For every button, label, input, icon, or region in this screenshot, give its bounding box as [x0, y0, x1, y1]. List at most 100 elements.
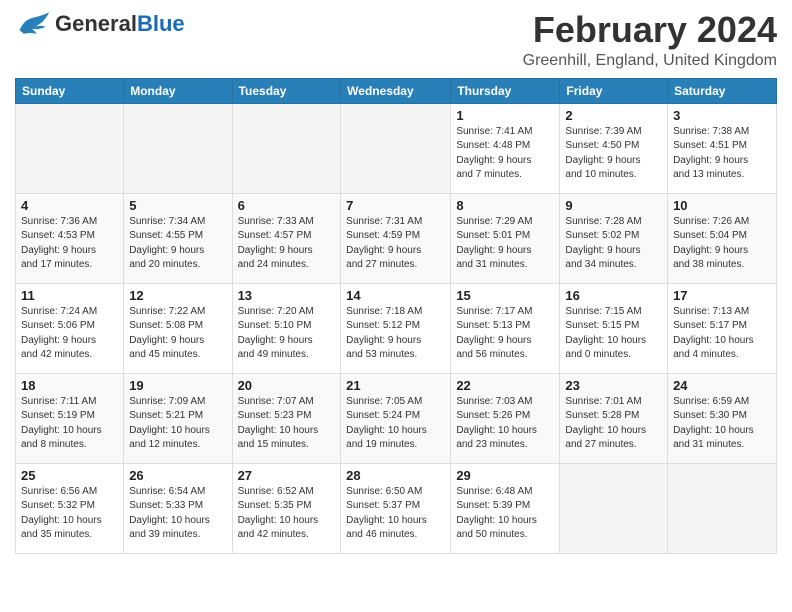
calendar-cell: 9 Sunrise: 7:28 AM Sunset: 5:02 PM Daylig…	[560, 193, 668, 283]
page-header: GeneralBlue February 2024 Greenhill, Eng…	[15, 10, 777, 70]
calendar-week-row: 1 Sunrise: 7:41 AM Sunset: 4:48 PM Daylig…	[16, 103, 777, 193]
day-info: Sunrise: 7:03 AM Sunset: 5:26 PM Dayligh…	[456, 395, 554, 453]
day-number: 9	[565, 198, 662, 213]
calendar-header-row: SundayMondayTuesdayWednesdayThursdayFrid…	[16, 78, 777, 103]
calendar-cell: 13 Sunrise: 7:20 AM Sunset: 5:10 PM Dayli…	[232, 283, 341, 373]
day-number: 24	[673, 378, 771, 393]
calendar-cell: 6 Sunrise: 7:33 AM Sunset: 4:57 PM Daylig…	[232, 193, 341, 283]
calendar-cell: 8 Sunrise: 7:29 AM Sunset: 5:01 PM Daylig…	[451, 193, 560, 283]
calendar-cell: 27 Sunrise: 6:52 AM Sunset: 5:35 PM Dayli…	[232, 463, 341, 553]
day-info: Sunrise: 7:31 AM Sunset: 4:59 PM Dayligh…	[346, 215, 445, 273]
calendar-cell: 19 Sunrise: 7:09 AM Sunset: 5:21 PM Dayli…	[124, 373, 232, 463]
calendar-cell: 10 Sunrise: 7:26 AM Sunset: 5:04 PM Dayli…	[668, 193, 777, 283]
calendar-cell	[16, 103, 124, 193]
day-number: 8	[456, 198, 554, 213]
day-number: 5	[129, 198, 226, 213]
calendar-cell: 5 Sunrise: 7:34 AM Sunset: 4:55 PM Daylig…	[124, 193, 232, 283]
col-header-tuesday: Tuesday	[232, 78, 341, 103]
day-number: 12	[129, 288, 226, 303]
calendar-cell: 26 Sunrise: 6:54 AM Sunset: 5:33 PM Dayli…	[124, 463, 232, 553]
day-info: Sunrise: 7:15 AM Sunset: 5:15 PM Dayligh…	[565, 305, 662, 363]
calendar-cell: 29 Sunrise: 6:48 AM Sunset: 5:39 PM Dayli…	[451, 463, 560, 553]
col-header-monday: Monday	[124, 78, 232, 103]
day-number: 28	[346, 468, 445, 483]
calendar-cell	[341, 103, 451, 193]
day-info: Sunrise: 6:56 AM Sunset: 5:32 PM Dayligh…	[21, 485, 118, 543]
col-header-saturday: Saturday	[668, 78, 777, 103]
day-number: 7	[346, 198, 445, 213]
calendar-cell: 18 Sunrise: 7:11 AM Sunset: 5:19 PM Dayli…	[16, 373, 124, 463]
calendar-cell	[124, 103, 232, 193]
day-info: Sunrise: 7:29 AM Sunset: 5:01 PM Dayligh…	[456, 215, 554, 273]
day-info: Sunrise: 7:09 AM Sunset: 5:21 PM Dayligh…	[129, 395, 226, 453]
logo-bird-icon	[15, 10, 51, 38]
col-header-friday: Friday	[560, 78, 668, 103]
title-block: February 2024 Greenhill, England, United…	[523, 10, 777, 70]
calendar-cell: 21 Sunrise: 7:05 AM Sunset: 5:24 PM Dayli…	[341, 373, 451, 463]
day-number: 15	[456, 288, 554, 303]
calendar-cell: 16 Sunrise: 7:15 AM Sunset: 5:15 PM Dayli…	[560, 283, 668, 373]
day-number: 22	[456, 378, 554, 393]
day-number: 27	[238, 468, 336, 483]
calendar-cell: 7 Sunrise: 7:31 AM Sunset: 4:59 PM Daylig…	[341, 193, 451, 283]
day-number: 18	[21, 378, 118, 393]
location-subtitle: Greenhill, England, United Kingdom	[523, 52, 777, 70]
day-info: Sunrise: 7:26 AM Sunset: 5:04 PM Dayligh…	[673, 215, 771, 273]
calendar-cell: 17Sunrise: 7:13 AM Sunset: 5:17 PM Dayli…	[668, 283, 777, 373]
day-number: 21	[346, 378, 445, 393]
logo-blue: Blue	[137, 11, 185, 36]
calendar-cell: 24 Sunrise: 6:59 AM Sunset: 5:30 PM Dayli…	[668, 373, 777, 463]
calendar-cell: 28Sunrise: 6:50 AM Sunset: 5:37 PM Dayli…	[341, 463, 451, 553]
day-number: 10	[673, 198, 771, 213]
calendar-week-row: 4 Sunrise: 7:36 AM Sunset: 4:53 PM Daylig…	[16, 193, 777, 283]
calendar-cell	[232, 103, 341, 193]
calendar-cell: 11 Sunrise: 7:24 AM Sunset: 5:06 PM Dayli…	[16, 283, 124, 373]
day-info: Sunrise: 7:36 AM Sunset: 4:53 PM Dayligh…	[21, 215, 118, 273]
logo-general: General	[55, 11, 137, 36]
day-info: Sunrise: 7:38 AM Sunset: 4:51 PM Dayligh…	[673, 125, 771, 183]
calendar-cell: 20Sunrise: 7:07 AM Sunset: 5:23 PM Dayli…	[232, 373, 341, 463]
calendar-week-row: 25 Sunrise: 6:56 AM Sunset: 5:32 PM Dayli…	[16, 463, 777, 553]
day-number: 26	[129, 468, 226, 483]
day-number: 1	[456, 108, 554, 123]
calendar-week-row: 11 Sunrise: 7:24 AM Sunset: 5:06 PM Dayli…	[16, 283, 777, 373]
day-number: 4	[21, 198, 118, 213]
col-header-wednesday: Wednesday	[341, 78, 451, 103]
day-number: 3	[673, 108, 771, 123]
day-number: 29	[456, 468, 554, 483]
day-info: Sunrise: 7:20 AM Sunset: 5:10 PM Dayligh…	[238, 305, 336, 363]
calendar-cell	[560, 463, 668, 553]
day-number: 20	[238, 378, 336, 393]
day-info: Sunrise: 6:48 AM Sunset: 5:39 PM Dayligh…	[456, 485, 554, 543]
logo: GeneralBlue	[15, 10, 185, 38]
day-number: 6	[238, 198, 336, 213]
calendar-cell: 25 Sunrise: 6:56 AM Sunset: 5:32 PM Dayli…	[16, 463, 124, 553]
day-number: 19	[129, 378, 226, 393]
calendar-cell	[668, 463, 777, 553]
day-number: 13	[238, 288, 336, 303]
calendar-cell: 22 Sunrise: 7:03 AM Sunset: 5:26 PM Dayli…	[451, 373, 560, 463]
day-info: Sunrise: 7:39 AM Sunset: 4:50 PM Dayligh…	[565, 125, 662, 183]
calendar-cell: 14 Sunrise: 7:18 AM Sunset: 5:12 PM Dayli…	[341, 283, 451, 373]
day-info: Sunrise: 7:34 AM Sunset: 4:55 PM Dayligh…	[129, 215, 226, 273]
col-header-sunday: Sunday	[16, 78, 124, 103]
day-number: 14	[346, 288, 445, 303]
day-number: 16	[565, 288, 662, 303]
day-info: Sunrise: 6:52 AM Sunset: 5:35 PM Dayligh…	[238, 485, 336, 543]
day-number: 11	[21, 288, 118, 303]
day-number: 25	[21, 468, 118, 483]
calendar-cell: 12Sunrise: 7:22 AM Sunset: 5:08 PM Dayli…	[124, 283, 232, 373]
calendar-week-row: 18 Sunrise: 7:11 AM Sunset: 5:19 PM Dayli…	[16, 373, 777, 463]
day-info: Sunrise: 7:24 AM Sunset: 5:06 PM Dayligh…	[21, 305, 118, 363]
day-info: Sunrise: 7:28 AM Sunset: 5:02 PM Dayligh…	[565, 215, 662, 273]
day-info: Sunrise: 7:33 AM Sunset: 4:57 PM Dayligh…	[238, 215, 336, 273]
day-info: Sunrise: 7:05 AM Sunset: 5:24 PM Dayligh…	[346, 395, 445, 453]
day-info: Sunrise: 7:41 AM Sunset: 4:48 PM Dayligh…	[456, 125, 554, 183]
day-info: Sunrise: 6:59 AM Sunset: 5:30 PM Dayligh…	[673, 395, 771, 453]
month-title: February 2024	[523, 10, 777, 50]
day-info: Sunrise: 7:11 AM Sunset: 5:19 PM Dayligh…	[21, 395, 118, 453]
col-header-thursday: Thursday	[451, 78, 560, 103]
calendar-cell: 4 Sunrise: 7:36 AM Sunset: 4:53 PM Daylig…	[16, 193, 124, 283]
day-info: Sunrise: 7:18 AM Sunset: 5:12 PM Dayligh…	[346, 305, 445, 363]
day-info: Sunrise: 6:54 AM Sunset: 5:33 PM Dayligh…	[129, 485, 226, 543]
